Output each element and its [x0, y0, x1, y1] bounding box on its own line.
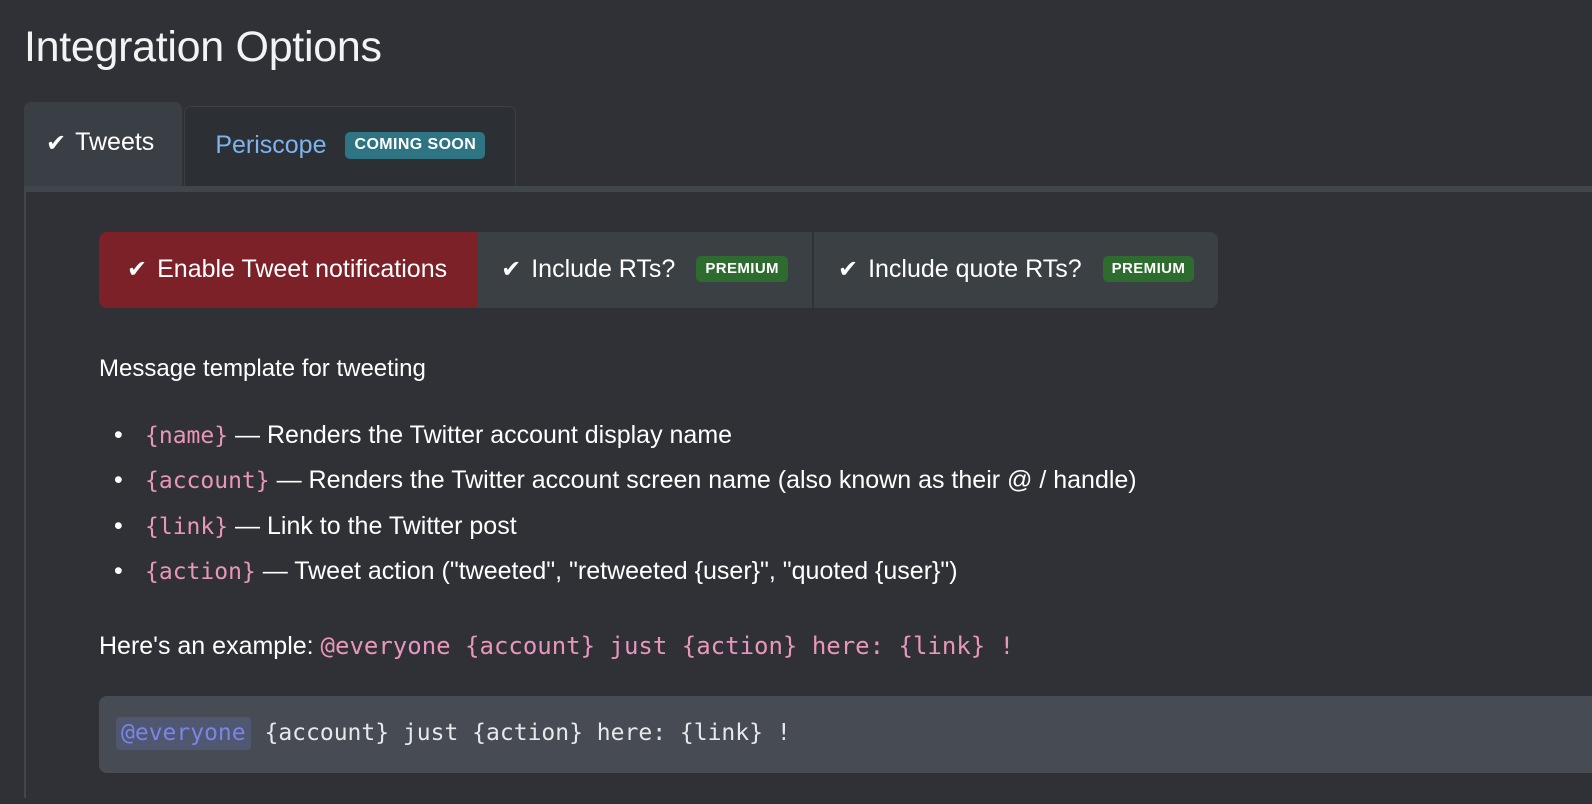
example-line: Here's an example: @everyone {account} j… — [99, 630, 1592, 663]
check-icon: ✔ — [127, 255, 148, 284]
list-item: {link} — Link to the Twitter post — [114, 504, 1592, 550]
token-description: — Renders the Twitter account screen nam… — [269, 466, 1137, 495]
enable-tweet-notifications-toggle[interactable]: ✔ Enable Tweet notifications — [99, 231, 478, 308]
message-template-heading: Message template for tweeting — [99, 354, 426, 382]
check-icon: ✔ — [501, 255, 522, 284]
example-code: @everyone {account} just {action} here: … — [320, 631, 1015, 660]
example-prefix: Here's an example: — [99, 631, 321, 660]
include-rts-toggle[interactable]: ✔ Include RTs? PREMIUM — [477, 231, 812, 308]
check-icon: ✔ — [837, 255, 859, 284]
everyone-mention: @everyone — [116, 717, 251, 751]
token-account: {account} — [145, 468, 270, 495]
preview-rest: {account} just {action} here: {link} ! — [250, 720, 791, 747]
tab-periscope[interactable]: Periscope COMING SOON — [184, 105, 517, 186]
token-description: — Tweet action ("tweeted", "retweeted {u… — [255, 557, 958, 586]
coming-soon-badge: COMING SOON — [345, 131, 486, 159]
premium-badge: PREMIUM — [696, 256, 788, 283]
token-name: {name} — [145, 422, 229, 449]
template-preview-box: @everyone {account} just {action} here: … — [99, 696, 1592, 773]
tab-tweets[interactable]: ✔ Tweets — [24, 101, 183, 186]
premium-badge: PREMIUM — [1102, 256, 1195, 283]
list-item: {account} — Renders the Twitter account … — [114, 458, 1592, 504]
tab-strip: ✔ Tweets Periscope COMING SOON — [24, 101, 1592, 186]
list-item: {name} — Renders the Twitter account dis… — [114, 413, 1592, 459]
page-title: Integration Options — [24, 23, 382, 71]
enable-tweet-notifications-label: Enable Tweet notifications — [157, 254, 448, 283]
token-link: {link} — [145, 513, 229, 540]
template-token-list: {name} — Renders the Twitter account dis… — [35, 413, 1592, 595]
tab-tweets-label: Tweets — [75, 128, 155, 157]
tweet-options-button-group: ✔ Enable Tweet notifications ✔ Include R… — [99, 231, 1219, 308]
token-description: — Renders the Twitter account display na… — [228, 420, 733, 449]
include-rts-label: Include RTs? — [531, 254, 676, 283]
check-icon: ✔ — [46, 128, 67, 157]
include-quote-rts-label: Include quote RTs? — [868, 254, 1082, 283]
token-action: {action} — [145, 559, 256, 586]
token-description: — Link to the Twitter post — [228, 511, 517, 540]
list-item: {action} — Tweet action ("tweeted", "ret… — [114, 549, 1592, 595]
tab-panel: ✔ Enable Tweet notifications ✔ Include R… — [24, 185, 1592, 798]
include-quote-rts-toggle[interactable]: ✔ Include quote RTs? PREMIUM — [813, 231, 1219, 308]
tab-periscope-label: Periscope — [215, 130, 327, 159]
